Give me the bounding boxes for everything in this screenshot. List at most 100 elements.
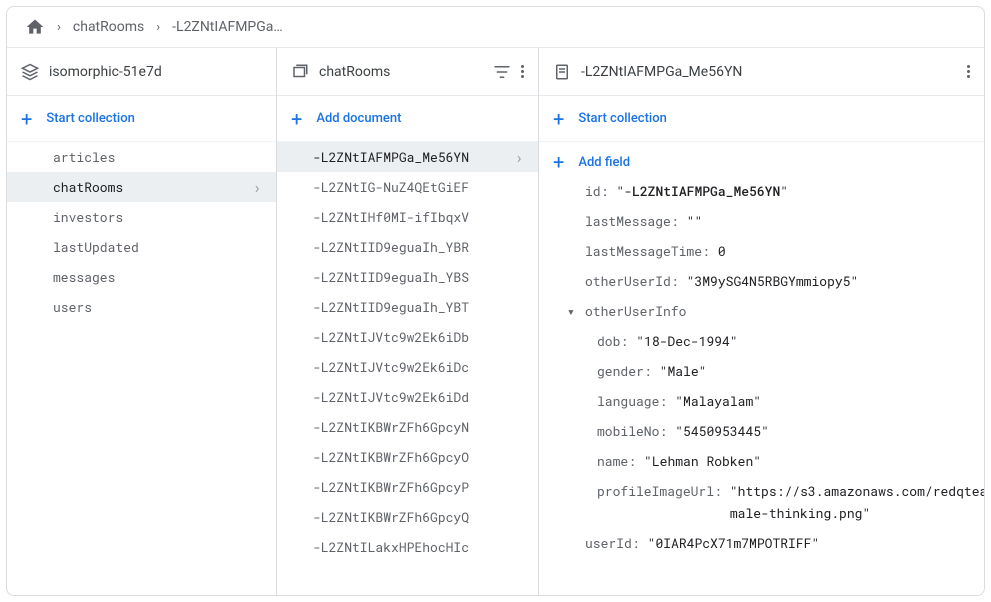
field-row[interactable]: userId: 0IAR4PcX71m7MPOTRIFF <box>539 528 984 558</box>
document-item-label: -L2ZNtIID9eguaIh_YBS <box>313 268 524 286</box>
collection-item-label: chatRooms <box>53 178 252 196</box>
add-document-label: Add document <box>316 111 401 126</box>
document-item-label: -L2ZNtIKBWrZFh6GpcyO <box>313 448 524 466</box>
document-item-label: -L2ZNtIHf0MI-ifIbqxV <box>313 208 524 226</box>
field-row[interactable]: otherUserId: 3M9ySG4N5RBGYmmiopy5 <box>539 266 984 296</box>
home-icon[interactable] <box>25 17 45 37</box>
collection-title: chatRooms <box>319 64 483 80</box>
field-row[interactable]: lastMessageTime: 0 <box>539 236 984 266</box>
field-key: mobileNo <box>597 420 659 442</box>
document-item[interactable]: -L2ZNtIKBWrZFh6GpcyN <box>277 412 538 442</box>
database-icon <box>21 63 39 81</box>
breadcrumb: › chatRooms › -L2ZNtIAFMPGa… <box>7 7 984 48</box>
collapse-icon[interactable]: ▾ <box>567 300 585 322</box>
plus-icon: + <box>21 109 32 129</box>
collection-item[interactable]: chatRooms› <box>7 172 276 202</box>
document-item[interactable]: -L2ZNtIKBWrZFh6GpcyO <box>277 442 538 472</box>
document-item-label: -L2ZNtIID9eguaIh_YBR <box>313 238 524 256</box>
document-item[interactable]: -L2ZNtIID9eguaIh_YBS <box>277 262 538 292</box>
start-collection-button[interactable]: + Start collection <box>7 96 276 142</box>
document-item[interactable]: -L2ZNtIJVtc9w2Ek6iDd <box>277 382 538 412</box>
breadcrumb-doc[interactable]: -L2ZNtIAFMPGa… <box>172 19 283 35</box>
filter-icon[interactable] <box>493 65 511 79</box>
field-key: name <box>597 450 628 472</box>
document-item-label: -L2ZNtIKBWrZFh6GpcyN <box>313 418 524 436</box>
field-row[interactable]: lastMessage: "" <box>539 206 984 236</box>
field-row[interactable]: dob: 18-Dec-1994 <box>539 326 984 356</box>
document-item[interactable]: -L2ZNtIID9eguaIh_YBR <box>277 232 538 262</box>
collection-item-label: users <box>53 298 262 316</box>
document-item-label: -L2ZNtIID9eguaIh_YBT <box>313 298 524 316</box>
document-item[interactable]: -L2ZNtIG-NuZ4QEtGiEF <box>277 172 538 202</box>
document-item[interactable]: -L2ZNtIJVtc9w2Ek6iDc <box>277 352 538 382</box>
start-subcollection-label: Start collection <box>578 111 666 126</box>
field-value: 18-Dec-1994 <box>636 330 737 352</box>
add-document-button[interactable]: + Add document <box>277 96 538 142</box>
document-item-label: -L2ZNtILakxHPEhocHIc <box>313 538 524 556</box>
project-panel: isomorphic-51e7d + Start collection arti… <box>7 48 277 595</box>
more-menu-icon[interactable] <box>967 65 970 78</box>
document-item[interactable]: -L2ZNtIKBWrZFh6GpcyQ <box>277 502 538 532</box>
project-panel-header: isomorphic-51e7d <box>7 48 276 96</box>
field-key: otherUserId <box>585 270 671 292</box>
collection-icon <box>291 63 309 81</box>
collection-item-label: investors <box>53 208 262 226</box>
collections-list[interactable]: articles chatRooms› investors lastUpdated me… <box>7 142 276 595</box>
field-row[interactable]: language: Malayalam <box>539 386 984 416</box>
field-row[interactable]: gender: Male <box>539 356 984 386</box>
field-row[interactable]: id: "-L2ZNtIAFMPGa_Me56YN" <box>539 176 984 206</box>
start-collection-label: Start collection <box>46 111 134 126</box>
collection-panel-header: chatRooms <box>277 48 538 96</box>
plus-icon: + <box>553 109 564 129</box>
add-field-label: Add field <box>578 155 630 170</box>
collection-item[interactable]: users <box>7 292 276 322</box>
field-value: 0 <box>718 240 726 262</box>
chevron-right-icon: › <box>514 147 524 168</box>
collection-item-label: lastUpdated <box>53 238 262 256</box>
field-row-expandable[interactable]: ▾ otherUserInfo <box>539 296 984 326</box>
more-menu-icon[interactable] <box>521 65 524 78</box>
document-panel: -L2ZNtIAFMPGa_Me56YN + Start collection … <box>539 48 984 595</box>
document-item-label: -L2ZNtIKBWrZFh6GpcyQ <box>313 508 524 526</box>
documents-list[interactable]: -L2ZNtIAFMPGa_Me56YN›-L2ZNtIG-NuZ4QEtGiE… <box>277 142 538 595</box>
document-title: -L2ZNtIAFMPGa_Me56YN <box>581 64 957 80</box>
field-key: gender <box>597 360 644 382</box>
plus-icon: + <box>553 152 564 172</box>
document-item[interactable]: -L2ZNtIHf0MI-ifIbqxV <box>277 202 538 232</box>
document-item[interactable]: -L2ZNtIJVtc9w2Ek6iDb <box>277 322 538 352</box>
document-item-label: -L2ZNtIJVtc9w2Ek6iDb <box>313 328 524 346</box>
document-item-label: -L2ZNtIKBWrZFh6GpcyP <box>313 478 524 496</box>
collection-item-label: articles <box>53 148 262 166</box>
collection-item[interactable]: articles <box>7 142 276 172</box>
field-key: lastMessageTime <box>585 240 702 262</box>
document-item[interactable]: -L2ZNtIAFMPGa_Me56YN› <box>277 142 538 172</box>
document-item-label: -L2ZNtIAFMPGa_Me56YN <box>313 148 514 166</box>
field-key: lastMessage <box>585 210 671 232</box>
field-key: id <box>585 180 601 202</box>
collection-item[interactable]: lastUpdated <box>7 232 276 262</box>
field-row[interactable]: profileImageUrl: https://s3.amazonaws.co… <box>539 476 984 528</box>
document-item[interactable]: -L2ZNtIID9eguaIh_YBT <box>277 292 538 322</box>
collection-item[interactable]: messages <box>7 262 276 292</box>
chevron-right-icon: › <box>252 177 262 198</box>
fields-list[interactable]: id: "-L2ZNtIAFMPGa_Me56YN" lastMessage: … <box>539 176 984 595</box>
document-item[interactable]: -L2ZNtILakxHPEhocHIc <box>277 532 538 562</box>
field-row[interactable]: mobileNo: 5450953445 <box>539 416 984 446</box>
field-value: Malayalam <box>675 390 761 412</box>
breadcrumb-collection[interactable]: chatRooms <box>73 19 144 35</box>
field-value: 3M9ySG4N5RBGYmmiopy5 <box>687 270 859 292</box>
plus-icon: + <box>291 109 302 129</box>
field-value: 0IAR4PcX71m7MPOTRIFF <box>648 532 820 554</box>
document-item[interactable]: -L2ZNtIKBWrZFh6GpcyP <box>277 472 538 502</box>
panels: isomorphic-51e7d + Start collection arti… <box>7 48 984 595</box>
start-subcollection-button[interactable]: + Start collection <box>539 96 984 142</box>
field-key: language <box>597 390 659 412</box>
field-row[interactable]: name: Lehman Robken <box>539 446 984 476</box>
field-value: 5450953445 <box>675 420 769 442</box>
document-item-label: -L2ZNtIJVtc9w2Ek6iDd <box>313 388 524 406</box>
field-key: dob <box>597 330 620 352</box>
chevron-right-icon: › <box>156 20 160 35</box>
project-title: isomorphic-51e7d <box>49 64 262 80</box>
chevron-right-icon: › <box>57 20 61 35</box>
collection-item[interactable]: investors <box>7 202 276 232</box>
